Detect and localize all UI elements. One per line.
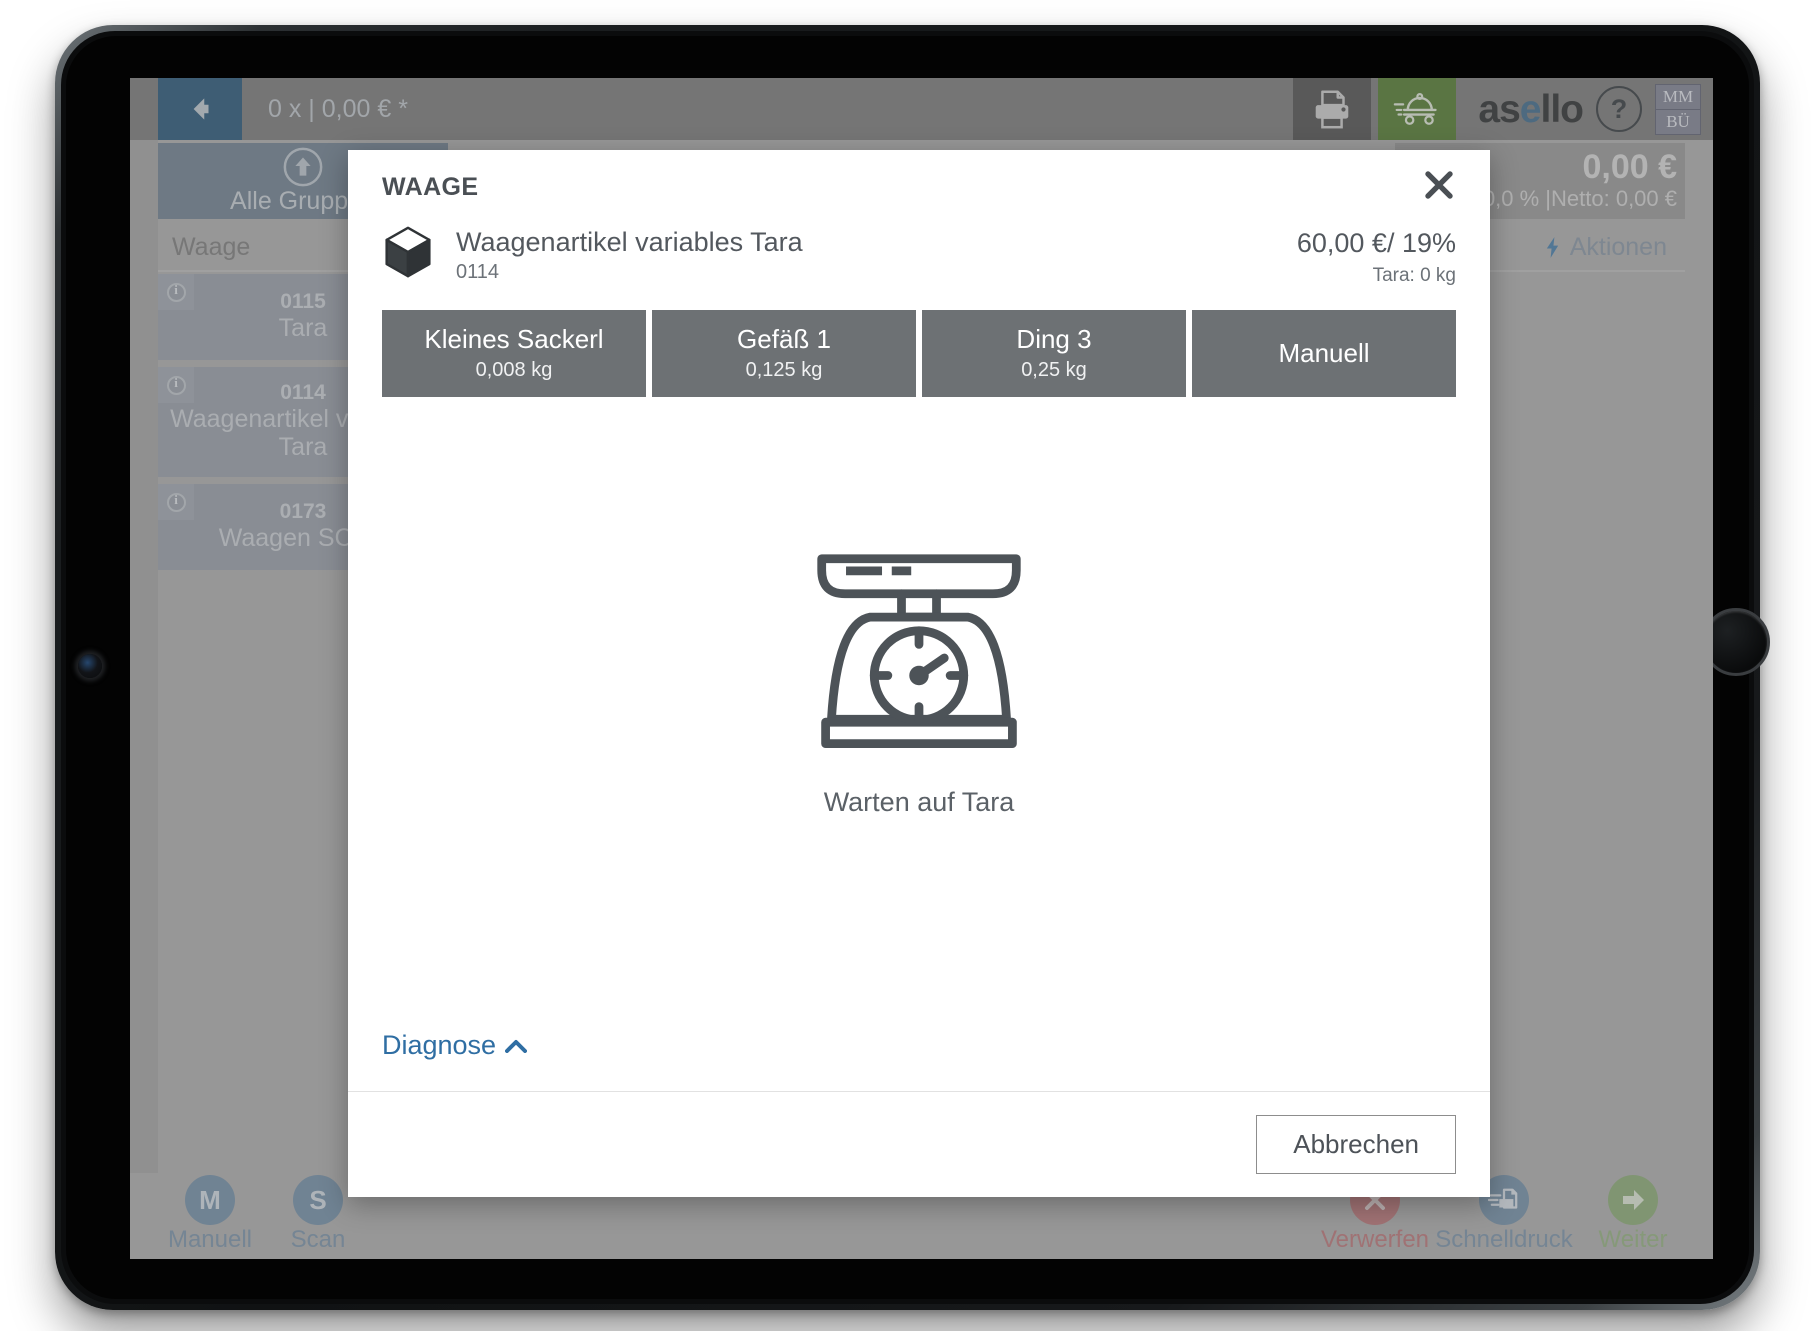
product-number: 0114: [280, 381, 326, 404]
actions-label: Aktionen: [1569, 232, 1667, 261]
right-gutter: [1513, 140, 1713, 1173]
total-amount: 0,00 €: [1582, 148, 1677, 187]
info-icon[interactable]: [158, 367, 194, 403]
tara-preset-button[interactable]: Ding 3 0,25 kg: [922, 310, 1186, 397]
dialog-footer: Abbrechen: [348, 1091, 1490, 1197]
cart-summary: 0 x | 0,00 € *: [268, 94, 408, 123]
tara-preset-weight: 0,008 kg: [475, 359, 553, 382]
cube-icon: [385, 226, 431, 278]
user-initials-bottom: BÜ: [1656, 108, 1700, 134]
bolt-icon: [1546, 236, 1558, 258]
left-gutter: [130, 140, 158, 1173]
waage-dialog: WAAGE Waagenartikel variables Tara 0114 …: [348, 150, 1490, 1197]
manual-button[interactable]: M Manuell: [156, 1175, 264, 1254]
front-camera-icon: [78, 654, 102, 678]
tara-preset-name: Manuell: [1278, 338, 1370, 369]
discard-label: Verwerfen: [1320, 1226, 1430, 1253]
next-label: Weiter: [1598, 1226, 1668, 1253]
serve-button[interactable]: [1378, 78, 1457, 140]
kitchen-scale-icon: [817, 554, 1021, 748]
article-name: Waagenartikel variables Tara: [456, 227, 803, 257]
cancel-button[interactable]: Abbrechen: [1256, 1115, 1456, 1174]
arrow-up-circle-icon: [283, 147, 323, 187]
info-icon[interactable]: [158, 484, 194, 520]
scale-status-text: Warten auf Tara: [823, 787, 1015, 817]
tara-preset-button[interactable]: Kleines Sackerl 0,008 kg: [382, 310, 646, 397]
manual-icon: M: [185, 1175, 235, 1225]
arrow-left-icon: [193, 98, 209, 120]
dialog-title: WAAGE: [382, 173, 479, 201]
top-bar: 0 x | 0,00 € * asello ? MM BÜ: [130, 78, 1713, 140]
tara-preset-name: Gefäß 1: [737, 323, 831, 354]
tara-preset-weight: 0,25 kg: [1021, 359, 1087, 382]
article-number: 0114: [456, 261, 500, 284]
topbar-flex-spacer: [408, 78, 1293, 140]
info-icon[interactable]: [158, 274, 194, 310]
article-pricing: 60,00 €/ 19% Tara: 0 kg: [1297, 224, 1456, 287]
scan-label: Scan: [290, 1226, 346, 1253]
article-row: Waagenartikel variables Tara 0114 60,00 …: [348, 202, 1490, 287]
user-badge[interactable]: MM BÜ: [1655, 83, 1701, 135]
asello-logo: asello: [1478, 87, 1584, 131]
screenshot-root: 0 x | 0,00 € * asello ? MM BÜ Alle Grupp…: [0, 0, 1815, 1331]
user-initials-top: MM: [1656, 84, 1700, 109]
chevron-up-icon: [505, 1039, 528, 1053]
tara-preset-weight: 0,125 kg: [745, 359, 823, 382]
diagnose-label: Diagnose: [382, 1030, 497, 1060]
tara-preset-button[interactable]: Gefäß 1 0,125 kg: [652, 310, 916, 397]
back-button[interactable]: [158, 78, 242, 140]
tara-manual-button[interactable]: Manuell: [1192, 310, 1456, 397]
product-number: 0115: [280, 290, 326, 313]
product-name: Tara: [278, 314, 328, 342]
topbar-left-spacer: [130, 78, 158, 140]
arrow-right-icon: [1608, 1175, 1658, 1225]
dialog-header: WAAGE: [348, 150, 1490, 202]
print-button[interactable]: [1293, 78, 1372, 140]
diagnose-row: Diagnose: [348, 1030, 1490, 1091]
next-button[interactable]: Weiter: [1579, 1175, 1687, 1254]
scan-icon: S: [293, 1175, 343, 1225]
scale-status-area: Warten auf Tara: [348, 397, 1490, 1030]
diagnose-toggle[interactable]: Diagnose: [382, 1030, 528, 1061]
room-service-tray-icon: [1394, 93, 1438, 125]
close-icon[interactable]: [1422, 168, 1456, 202]
brand-area: asello ? MM BÜ: [1456, 78, 1713, 140]
tara-button-row: Kleines Sackerl 0,008 kg Gefäß 1 0,125 k…: [348, 287, 1490, 397]
article-tara: Tara: 0 kg: [1372, 265, 1456, 286]
manual-label: Manuell: [167, 1226, 253, 1253]
help-icon[interactable]: ?: [1596, 86, 1642, 132]
printer-icon: [1316, 90, 1349, 129]
article-text: Waagenartikel variables Tara 0114: [456, 224, 803, 284]
topbar-divider: [1371, 78, 1379, 140]
quickprint-label: Schnelldruck: [1435, 1226, 1573, 1253]
article-price: 60,00 €/ 19%: [1296, 228, 1456, 258]
tara-preset-name: Ding 3: [1016, 323, 1092, 354]
total-details: 0,0 % |Netto: 0,00 €: [1482, 185, 1677, 211]
tara-preset-name: Kleines Sackerl: [424, 323, 604, 354]
product-number: 0173: [279, 500, 327, 523]
